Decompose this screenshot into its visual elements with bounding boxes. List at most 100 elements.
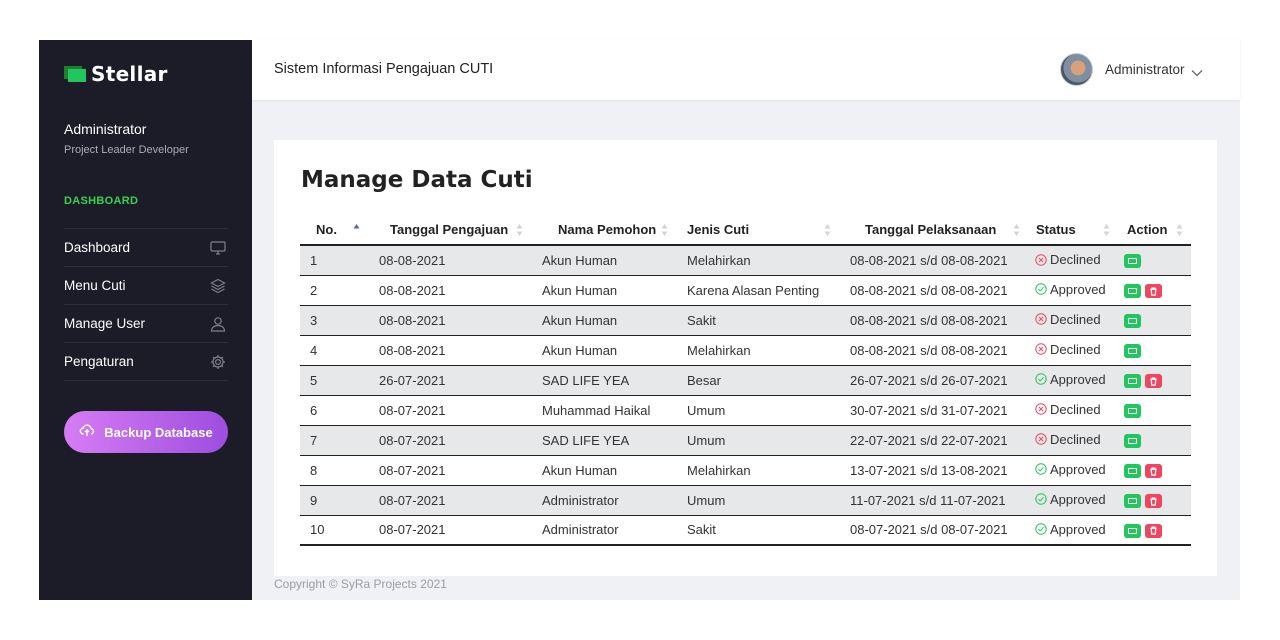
table-cell-no: 6 xyxy=(300,395,368,426)
data-card: Manage Data Cuti No. Tanggal Pengajuan Nam… xyxy=(274,140,1217,576)
table-cell-jenis: Sakit xyxy=(676,305,839,336)
status-label: Declined xyxy=(1050,431,1101,447)
table-cell-no: 5 xyxy=(300,365,368,396)
delete-button[interactable] xyxy=(1145,523,1162,538)
sidebar-item-dashboard[interactable]: Dashboard xyxy=(64,229,228,267)
x-circle-icon xyxy=(1035,433,1047,445)
table-cell-tgl: 08-08-2021 xyxy=(368,275,531,306)
edit-button[interactable] xyxy=(1124,344,1141,358)
column-header[interactable]: Nama Pemohon xyxy=(531,215,676,246)
edit-icon xyxy=(1128,468,1137,474)
table-cell-action xyxy=(1118,335,1191,366)
delete-button[interactable] xyxy=(1145,284,1162,298)
edit-button[interactable] xyxy=(1124,374,1141,388)
table-cell-no: 10 xyxy=(300,515,368,546)
edit-button[interactable] xyxy=(1124,254,1141,269)
edit-icon xyxy=(1128,378,1137,384)
table-cell-nama: Administrator xyxy=(531,485,676,516)
status-label: Declined xyxy=(1050,311,1101,327)
column-header-label: Status xyxy=(1036,222,1076,237)
column-header[interactable]: Status xyxy=(1028,215,1118,246)
table-cell-action xyxy=(1118,395,1191,426)
table-cell-status: Approved xyxy=(1028,365,1118,396)
sort-icon xyxy=(824,224,831,236)
page-title: Sistem Informasi Pengajuan CUTI xyxy=(274,61,494,77)
status-label: Declined xyxy=(1050,252,1101,267)
column-header[interactable]: Jenis Cuti xyxy=(676,215,839,246)
table-cell-nama: Akun Human xyxy=(531,245,676,276)
status-badge: Declined xyxy=(1035,402,1101,417)
edit-button[interactable] xyxy=(1124,523,1141,538)
monitor-icon xyxy=(210,240,226,255)
table-cell-jenis: Melahirkan xyxy=(676,245,839,276)
table-row: 9 08-07-2021 Administrator Umum 11-07-2021 s… xyxy=(300,485,1191,516)
edit-button[interactable] xyxy=(1124,464,1141,478)
table-cell-tgl: 08-08-2021 xyxy=(368,245,531,276)
chevron-down-icon[interactable] xyxy=(1191,64,1203,77)
sort-icon xyxy=(1176,224,1183,236)
column-header[interactable]: No. xyxy=(300,215,368,246)
delete-button[interactable] xyxy=(1145,374,1162,388)
sidebar-item-manage-user[interactable]: Manage User xyxy=(64,305,228,343)
table-cell-action xyxy=(1118,305,1191,336)
edit-icon xyxy=(1128,498,1137,504)
sort-icon xyxy=(1013,224,1020,236)
edit-button[interactable] xyxy=(1124,404,1141,418)
table-cell-tgl: 08-07-2021 xyxy=(368,455,531,486)
edit-button[interactable] xyxy=(1124,314,1141,328)
table-cell-nama: Akun Human xyxy=(531,335,676,366)
table-cell-jenis: Melahirkan xyxy=(676,455,839,486)
check-circle-icon xyxy=(1035,373,1047,385)
table-row: 2 08-08-2021 Akun Human Karena Alasan Penti… xyxy=(300,275,1191,306)
table-cell-status: Declined xyxy=(1028,395,1118,426)
sort-icon xyxy=(353,224,360,236)
column-header[interactable]: Action xyxy=(1118,215,1191,246)
table-cell-tgl: 26-07-2021 xyxy=(368,365,531,396)
user-menu-name[interactable]: Administrator xyxy=(1105,62,1185,77)
table-cell-jenis: Karena Alasan Penting xyxy=(676,275,839,306)
x-circle-icon xyxy=(1035,253,1047,266)
column-header-label: Nama Pemohon xyxy=(558,222,657,237)
table-cell-nama: Administrator xyxy=(531,515,676,546)
table-cell-status: Declined xyxy=(1028,425,1118,456)
edit-button[interactable] xyxy=(1124,284,1141,298)
status-label: Approved xyxy=(1050,521,1106,537)
table-cell-action xyxy=(1118,485,1191,516)
column-header-label: Jenis Cuti xyxy=(687,222,750,237)
column-header-label: No. xyxy=(316,222,337,237)
sidebar-item-menu-cuti[interactable]: Menu Cuti xyxy=(64,267,228,305)
table-cell-pelaksanaan: 08-08-2021 s/d 08-08-2021 xyxy=(839,275,1028,306)
table-row: 5 26-07-2021 SAD LIFE YEA Besar 26-07-2021 s… xyxy=(300,365,1191,396)
table-cell-status: Declined xyxy=(1028,245,1118,276)
table-cell-jenis: Melahirkan xyxy=(676,335,839,366)
column-header[interactable]: Tanggal Pelaksanaan xyxy=(839,215,1028,246)
table-cell-pelaksanaan: 08-08-2021 s/d 08-08-2021 xyxy=(839,335,1028,366)
edit-icon xyxy=(1128,318,1137,324)
delete-button[interactable] xyxy=(1145,464,1162,478)
table-cell-jenis: Sakit xyxy=(676,515,839,546)
delete-button[interactable] xyxy=(1145,494,1162,508)
backup-database-button[interactable]: Backup Database xyxy=(64,411,228,453)
table-cell-pelaksanaan: 13-07-2021 s/d 13-08-2021 xyxy=(839,455,1028,486)
status-badge: Approved xyxy=(1035,282,1106,297)
x-circle-icon xyxy=(1035,343,1047,355)
status-label: Approved xyxy=(1050,371,1106,387)
avatar[interactable] xyxy=(1060,53,1093,86)
trash-icon xyxy=(1150,526,1157,535)
table-cell-pelaksanaan: 22-07-2021 s/d 22-07-2021 xyxy=(839,425,1028,456)
edit-icon xyxy=(1128,348,1137,354)
status-badge: Approved xyxy=(1035,522,1106,537)
table-cell-pelaksanaan: 08-08-2021 s/d 08-08-2021 xyxy=(839,305,1028,336)
edit-button[interactable] xyxy=(1124,494,1141,508)
table-cell-jenis: Umum xyxy=(676,425,839,456)
table-cell-tgl: 08-07-2021 xyxy=(368,395,531,426)
brand-logo[interactable]: Stellar xyxy=(64,62,168,86)
table-cell-jenis: Umum xyxy=(676,485,839,516)
sidebar-item-pengaturan[interactable]: Pengaturan xyxy=(64,343,228,381)
status-label: Approved xyxy=(1050,461,1106,477)
edit-button[interactable] xyxy=(1124,434,1141,448)
x-circle-icon xyxy=(1035,313,1047,325)
column-header[interactable]: Tanggal Pengajuan xyxy=(368,215,531,246)
sidebar-item-label: Menu Cuti xyxy=(64,278,126,293)
table-cell-jenis: Besar xyxy=(676,365,839,396)
